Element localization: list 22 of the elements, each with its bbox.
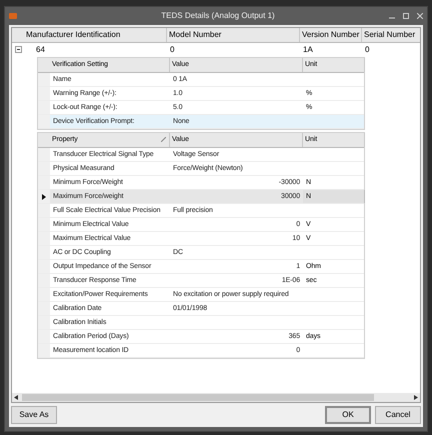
column-header[interactable]: Manufacturer Identification (24, 28, 167, 42)
collapse-icon[interactable] (14, 46, 22, 53)
table-cell-text: 1A (302, 44, 314, 56)
sort-icon (161, 137, 166, 142)
scroll-right-icon[interactable] (414, 395, 418, 400)
window-title: TEDS Details (Analog Output 1) (161, 10, 275, 22)
table-cell-text: 0 (169, 44, 176, 56)
ok-button[interactable]: OK (325, 406, 371, 424)
column-header[interactable]: Serial Number (362, 28, 420, 42)
close-icon[interactable] (417, 13, 423, 19)
table-cell-text: 0 (364, 44, 370, 56)
row-header[interactable] (38, 190, 50, 203)
column-header[interactable]: Version Number (300, 28, 362, 42)
maximize-icon[interactable] (403, 13, 409, 19)
table-cell-text: 64 (35, 44, 46, 56)
horizontal-scrollbar[interactable] (12, 393, 420, 402)
save-as-button[interactable]: Save As (11, 406, 57, 424)
scroll-left-icon[interactable] (14, 395, 18, 400)
row-pointer-icon (42, 194, 46, 200)
app-icon (9, 13, 17, 19)
column-header[interactable]: Model Number (167, 28, 300, 42)
cancel-button[interactable]: Cancel (375, 406, 421, 424)
